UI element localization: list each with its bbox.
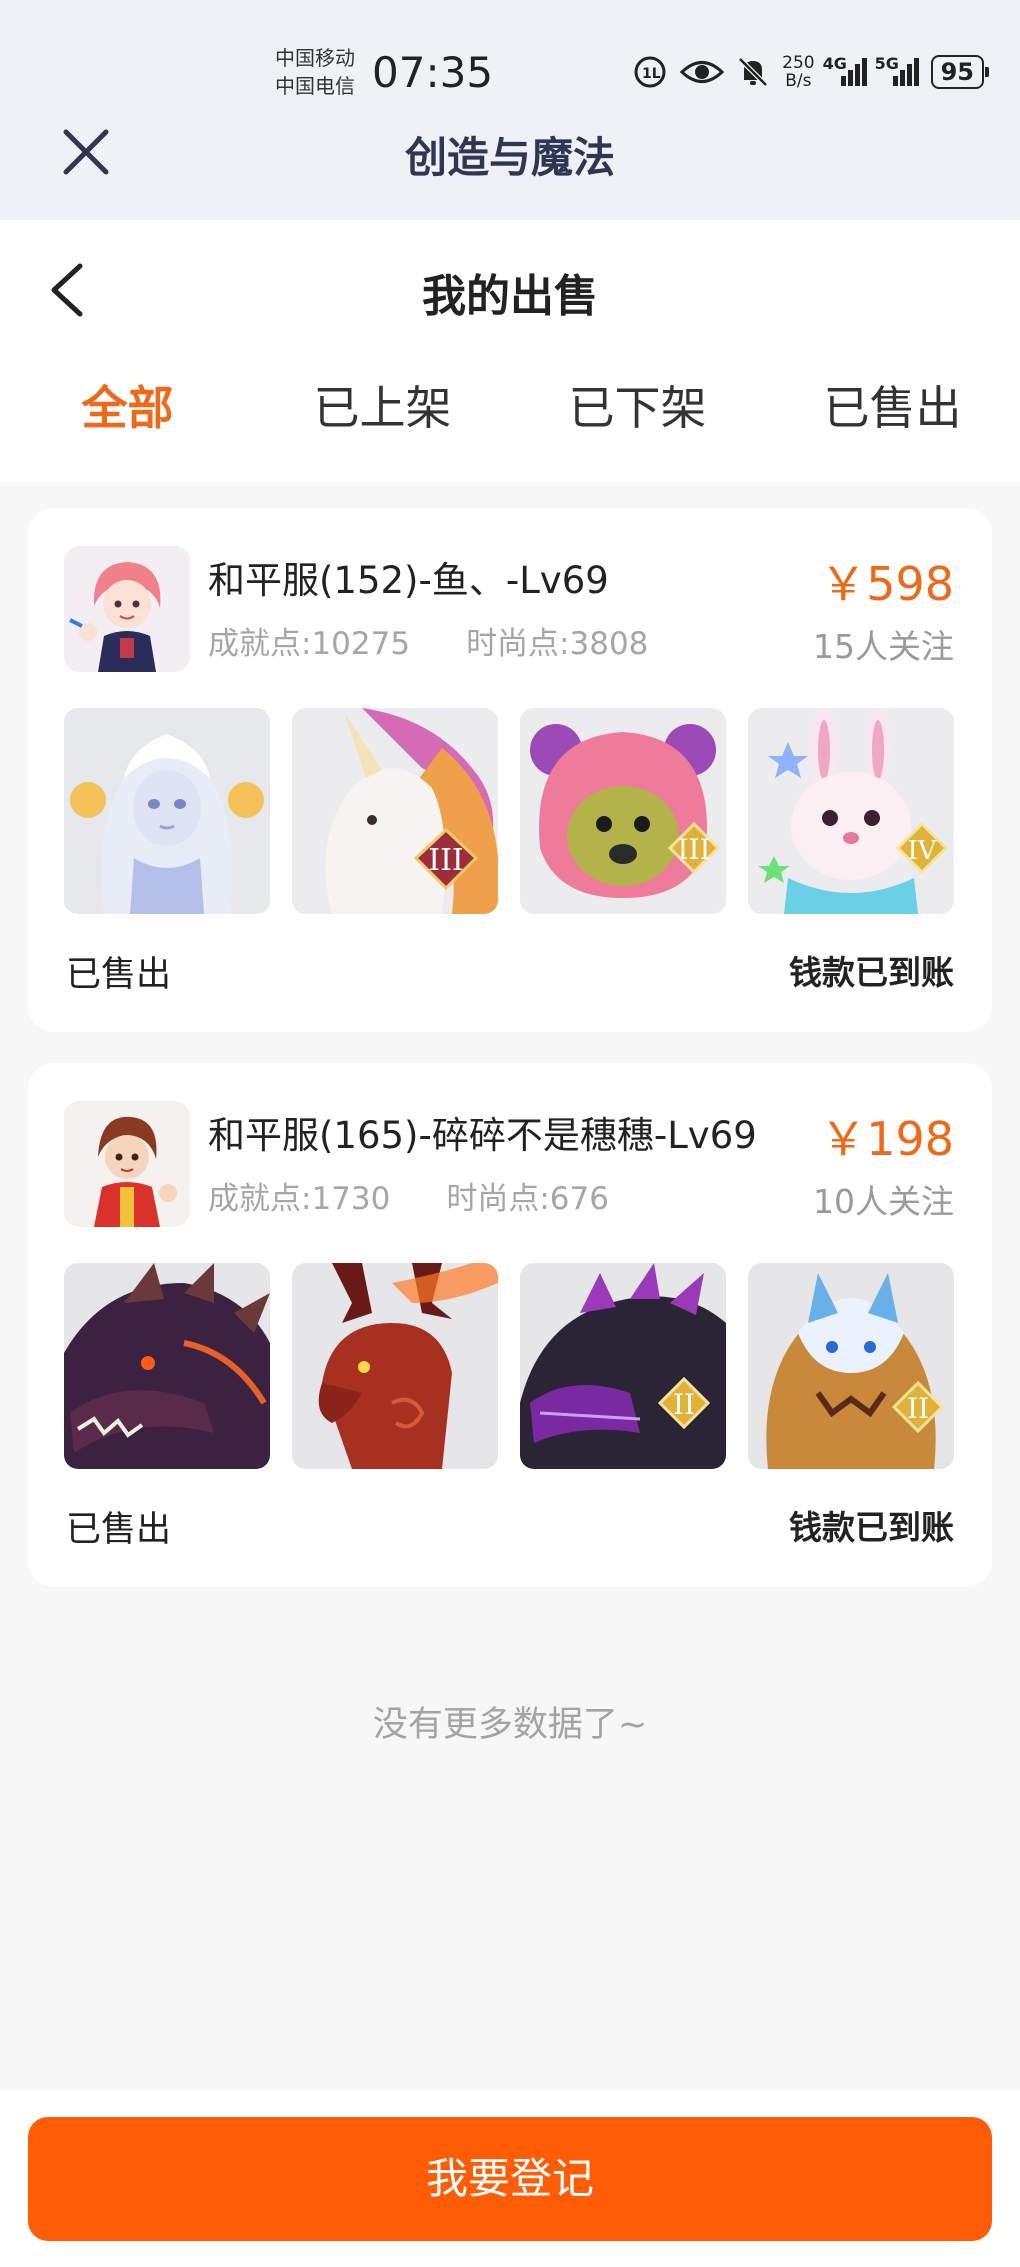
- character-avatar: [64, 546, 190, 672]
- end-of-list-note: 没有更多数据了~: [372, 1705, 648, 1745]
- listing-price: ￥198: [820, 1112, 954, 1166]
- follower-count: 10人关注: [813, 1182, 954, 1221]
- mute-bell-icon: [736, 55, 770, 89]
- fashion-points: 时尚点:676: [446, 1181, 609, 1217]
- svg-text:1L: 1L: [642, 66, 661, 82]
- sale-status: 已售出: [66, 1510, 172, 1550]
- tab-sold[interactable]: 已售出: [765, 368, 1020, 448]
- app-bar: 创造与魔法: [0, 110, 1020, 220]
- tier-badge: III: [677, 833, 710, 866]
- status-bar: 中国移动 中国电信 07:35 1L 250 B/s 4G 5G 95: [0, 0, 1020, 110]
- net-speed: 250 B/s: [782, 54, 814, 90]
- hd-call-icon: 1L: [632, 54, 668, 90]
- listing-price: ￥598: [820, 557, 954, 611]
- tier-badge: II: [673, 1388, 695, 1421]
- achievement-points: 成就点:10275: [208, 626, 411, 662]
- fashion-points: 时尚点:3808: [466, 626, 649, 662]
- payment-status: 钱款已到账: [789, 953, 954, 992]
- sale-status: 已售出: [66, 955, 172, 995]
- tier-badge: II: [907, 1392, 929, 1425]
- top-area: 中国移动 中国电信 07:35 1L 250 B/s 4G 5G 95 创造与魔…: [0, 0, 1020, 220]
- carrier-1: 中国移动: [275, 46, 355, 70]
- signal-5g-label: 5G: [874, 54, 899, 73]
- register-button[interactable]: 我要登记: [28, 2117, 992, 2241]
- carrier-labels: 中国移动 中国电信: [275, 44, 355, 100]
- item-thumbnail[interactable]: [292, 1263, 498, 1469]
- listing-card[interactable]: 和平服(152)-鱼、-Lv69 成就点:10275 时尚点:3808 ￥598…: [28, 508, 992, 1032]
- tab-listed[interactable]: 已上架: [255, 368, 510, 448]
- item-thumbnail[interactable]: III: [292, 708, 498, 914]
- app-title: 创造与魔法: [404, 133, 615, 182]
- item-thumbnails: II II: [64, 1263, 954, 1469]
- item-thumbnail[interactable]: II: [520, 1263, 726, 1469]
- item-thumbnail[interactable]: [64, 1263, 270, 1469]
- item-thumbnail[interactable]: IV: [748, 708, 954, 914]
- signal-4g-icon: 4G: [823, 54, 867, 86]
- page-header: 我的出售 全部 已上架 已下架 已售出: [0, 220, 1020, 482]
- follower-count: 15人关注: [813, 627, 954, 666]
- status-icons: 1L 250 B/s 4G 5G 95: [632, 50, 990, 94]
- listing-title: 和平服(152)-鱼、-Lv69: [208, 559, 609, 602]
- signal-5g-icon: 5G: [875, 54, 919, 86]
- page-title: 我的出售: [422, 271, 598, 322]
- tier-badge: III: [428, 843, 464, 878]
- eye-icon: [680, 57, 725, 87]
- carrier-2: 中国电信: [275, 74, 355, 98]
- item-thumbnail[interactable]: [64, 708, 270, 914]
- listing-card[interactable]: 和平服(165)-碎碎不是穗穗-Lv69 成就点:1730 时尚点:676 ￥1…: [28, 1063, 992, 1587]
- tab-bar: 全部 已上架 已下架 已售出: [0, 368, 1020, 448]
- battery-indicator: 95: [930, 55, 990, 89]
- item-thumbnail[interactable]: II: [748, 1263, 954, 1469]
- bottom-action-bar: 我要登记: [0, 2090, 1020, 2267]
- item-thumbnail[interactable]: III: [520, 708, 726, 914]
- character-avatar: [64, 1101, 190, 1227]
- listing-stats: 成就点:1730 时尚点:676: [208, 1173, 609, 1218]
- achievement-points: 成就点:1730: [208, 1181, 391, 1217]
- listing-title: 和平服(165)-碎碎不是穗穗-Lv69: [208, 1114, 757, 1157]
- listing-stats: 成就点:10275 时尚点:3808: [208, 618, 648, 663]
- clock: 07:35: [372, 48, 494, 97]
- net-speed-value: 250: [782, 53, 815, 73]
- item-thumbnails: III III IV: [64, 708, 954, 914]
- tier-badge: IV: [907, 836, 937, 866]
- payment-status: 钱款已到账: [789, 1508, 954, 1547]
- tab-all[interactable]: 全部: [0, 368, 255, 448]
- tab-delisted[interactable]: 已下架: [510, 368, 765, 448]
- net-speed-unit: B/s: [785, 71, 812, 91]
- signal-4g-label: 4G: [822, 54, 847, 73]
